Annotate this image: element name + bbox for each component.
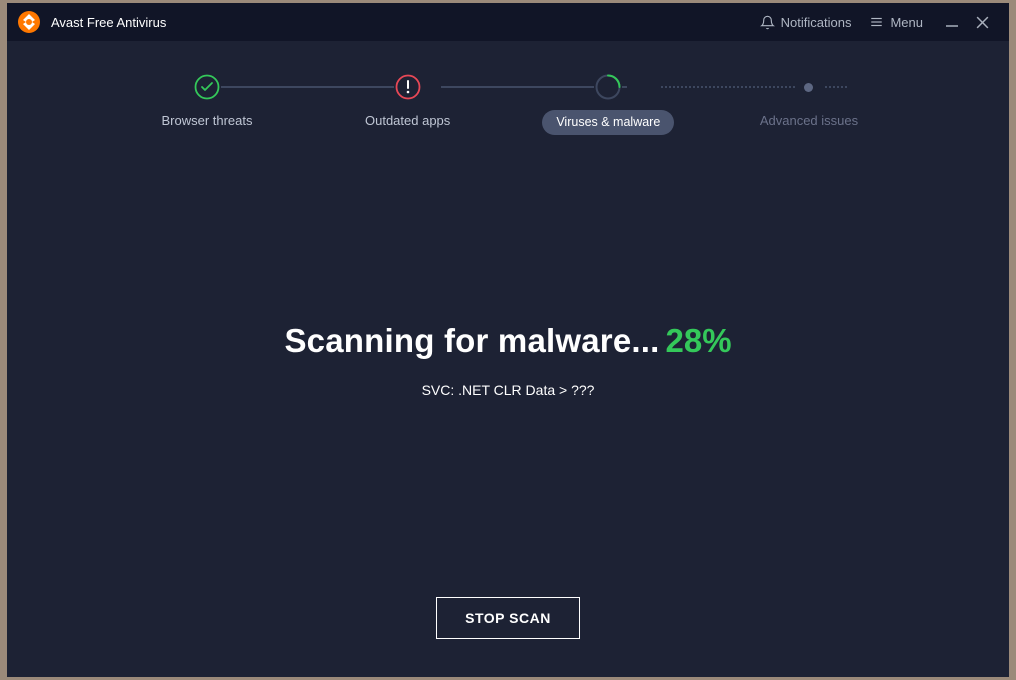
scan-progress-steps: Browser threats Outdated apps [7,41,1009,135]
hamburger-icon [869,15,884,29]
step-label-active: Viruses & malware [542,110,674,135]
close-button[interactable] [967,8,997,36]
step-label: Outdated apps [365,113,450,128]
scan-percent: 28% [665,322,731,360]
step-outdated-apps: Outdated apps [328,73,488,128]
step-label: Browser threats [161,113,252,128]
app-title: Avast Free Antivirus [51,15,166,30]
step-browser-threats: Browser threats [127,73,287,128]
window-controls [937,8,997,36]
step-label: Advanced issues [760,113,858,128]
scan-status: Scanning for malware... 28% SVC: .NET CL… [7,135,1009,597]
notifications-button[interactable]: Notifications [760,15,852,30]
titlebar: Avast Free Antivirus Notifications Menu [7,3,1009,41]
minimize-button[interactable] [937,8,967,36]
spinner-icon [594,73,622,101]
notifications-label: Notifications [781,15,852,30]
scan-headline: Scanning for malware... 28% [284,322,731,360]
menu-button[interactable]: Menu [869,15,923,30]
scan-headline-text: Scanning for malware... [284,322,659,360]
app-window: Avast Free Antivirus Notifications Menu [7,3,1009,677]
scan-detail: SVC: .NET CLR Data > ??? [422,382,595,398]
exclamation-icon [394,73,422,101]
step-advanced-issues: Advanced issues [729,73,889,128]
footer: STOP SCAN [7,597,1009,677]
step-viruses-malware: Viruses & malware [528,73,688,135]
pending-dot-icon [795,73,823,101]
avast-logo-icon [17,10,41,34]
menu-label: Menu [890,15,923,30]
bell-icon [760,15,775,30]
checkmark-icon [193,73,221,101]
stop-scan-button[interactable]: STOP SCAN [436,597,580,639]
